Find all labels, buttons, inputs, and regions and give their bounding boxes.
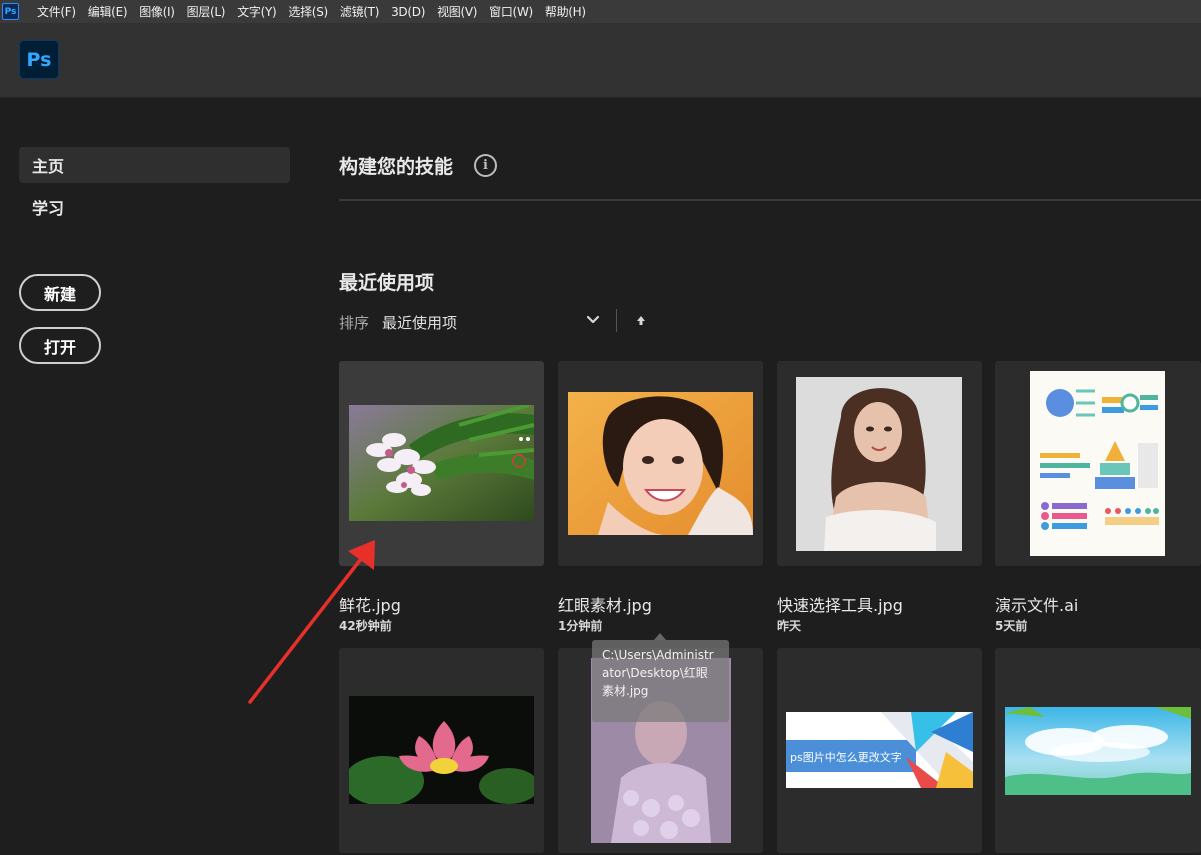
recent-file-card[interactable] (995, 361, 1201, 566)
sidebar-item-label: 学习 (32, 199, 65, 218)
recent-file-card[interactable] (339, 648, 544, 853)
sky-landscape-image (1005, 707, 1191, 795)
divider (339, 199, 1201, 201)
tooltip-caret (654, 633, 666, 640)
banner-text: ps图片中怎么更改文字 (790, 750, 902, 764)
menu-image[interactable]: 图像(I) (133, 3, 180, 20)
menu-filter[interactable]: 滤镜(T) (334, 3, 385, 20)
banner-image: ps图片中怎么更改文字 (786, 712, 973, 788)
chevron-down-icon[interactable] (584, 311, 602, 329)
file-name[interactable]: 鲜花.jpg (339, 592, 401, 616)
sidebar-item-label: 主页 (32, 157, 65, 176)
portrait-woman-image (796, 377, 962, 551)
file-path-tooltip: C:\Users\Administrator\Desktop\红眼素材.jpg (592, 640, 729, 722)
sidebar: 主页 学习 新建 打开 (0, 98, 310, 855)
app-header: Ps (0, 23, 1201, 98)
info-icon[interactable]: i (474, 154, 497, 177)
portrait-smiling-image (568, 392, 753, 535)
file-time: 5天前 (995, 619, 1028, 633)
menu-view[interactable]: 视图(V) (431, 3, 483, 20)
recent-heading: 最近使用项 (339, 272, 435, 294)
recent-file-card[interactable] (777, 361, 982, 566)
file-name[interactable]: 红眼素材.jpg (558, 592, 652, 616)
file-name[interactable]: 演示文件.ai (995, 592, 1078, 616)
file-time: 42秒钟前 (339, 619, 392, 633)
skills-heading: 构建您的技能 (339, 156, 454, 178)
recent-file-card[interactable]: ps图片中怎么更改文字 (777, 648, 982, 853)
menu-select[interactable]: 选择(S) (282, 3, 333, 20)
menu-layer[interactable]: 图层(L) (181, 3, 232, 20)
sort-dropdown[interactable]: 最近使用项 (382, 312, 457, 333)
menu-3d[interactable]: 3D(D) (385, 5, 431, 19)
recent-file-card[interactable] (339, 361, 544, 566)
menu-bar: Ps 文件(F) 编辑(E) 图像(I) 图层(L) 文字(Y) 选择(S) 滤… (0, 0, 1201, 23)
infographic-image (1030, 371, 1165, 556)
arrow-up-icon[interactable] (634, 313, 648, 329)
menu-file[interactable]: 文件(F) (31, 3, 82, 20)
file-name[interactable]: 快速选择工具.jpg (777, 592, 903, 616)
sidebar-item-learn[interactable]: 学习 (19, 189, 290, 225)
menu-edit[interactable]: 编辑(E) (82, 3, 133, 20)
open-button[interactable]: 打开 (19, 327, 101, 364)
file-time: 1分钟前 (558, 619, 603, 633)
menu-type[interactable]: 文字(Y) (231, 3, 282, 20)
menu-help[interactable]: 帮助(H) (539, 3, 592, 20)
flower-image (349, 405, 534, 521)
new-button[interactable]: 新建 (19, 274, 101, 311)
recent-file-card[interactable] (995, 648, 1201, 853)
file-time: 昨天 (777, 619, 802, 633)
recent-file-card[interactable] (558, 361, 763, 566)
sort-separator (616, 309, 617, 332)
sidebar-item-home[interactable]: 主页 (19, 147, 290, 183)
menu-window[interactable]: 窗口(W) (483, 3, 539, 20)
sort-label: 排序 (339, 314, 370, 332)
photoshop-logo[interactable]: Ps (19, 40, 59, 79)
lotus-image (349, 696, 534, 804)
photoshop-mini-icon[interactable]: Ps (2, 3, 19, 20)
